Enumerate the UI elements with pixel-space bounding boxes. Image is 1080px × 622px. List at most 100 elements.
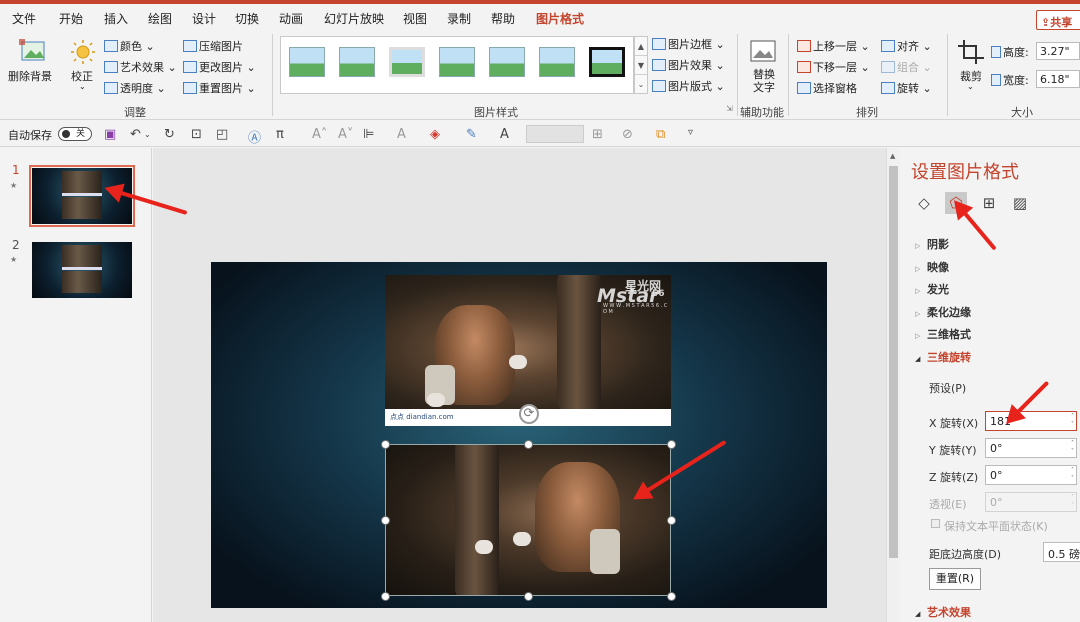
y-rotation-input[interactable]: 0° ˄ ˅ — [985, 438, 1077, 458]
select-icon[interactable]: ⊞ — [592, 127, 603, 142]
reset-picture-button[interactable]: 重置图片 ⌄ — [183, 80, 256, 96]
resize-handle[interactable] — [524, 440, 533, 449]
picture-style-3[interactable] — [389, 47, 425, 77]
menu-transitions[interactable]: 切换 — [235, 10, 259, 27]
reset-button[interactable]: 重置(R) — [929, 568, 981, 590]
menu-insert[interactable]: 插入 — [104, 10, 128, 27]
menu-help[interactable]: 帮助 — [491, 10, 515, 27]
picture-tab-icon[interactable]: ▨ — [1009, 192, 1031, 214]
merge-shapes-icon[interactable]: ⊘ — [622, 127, 633, 142]
scrollbar-thumb[interactable] — [889, 166, 898, 558]
section-3d-rotation[interactable]: ◢ 三维旋转 — [915, 349, 971, 365]
resize-handle[interactable] — [381, 440, 390, 449]
text-color-icon[interactable]: A — [500, 127, 509, 142]
selection-pane-button[interactable]: 选择窗格 — [797, 80, 857, 96]
section-glow[interactable]: ▷ 发光 — [915, 281, 949, 297]
picture-style-7[interactable] — [589, 47, 625, 77]
height-input[interactable]: 3.27" — [1036, 42, 1080, 60]
section-shadow[interactable]: ▷ 阴影 — [915, 236, 949, 252]
size-properties-tab-icon[interactable]: ⊞ — [978, 192, 1000, 214]
picture-style-5[interactable] — [489, 47, 525, 77]
width-input[interactable]: 6.18" — [1036, 70, 1080, 88]
decrease-font-icon[interactable]: A˅ — [338, 127, 353, 142]
menu-animations[interactable]: 动画 — [279, 10, 303, 27]
save-icon[interactable]: ▣ — [104, 127, 116, 142]
align-button[interactable]: 对齐 ⌄ — [881, 38, 932, 54]
fill-color-icon[interactable]: ◈ — [430, 127, 440, 142]
bring-forward-button[interactable]: 上移一层 ⌄ — [797, 38, 870, 54]
vertical-scrollbar[interactable]: ▲ — [886, 148, 900, 622]
share-button[interactable]: ⇪共享 — [1036, 10, 1080, 30]
gallery-more-icon[interactable]: ⌄ — [635, 75, 647, 94]
group-button[interactable]: 组合 ⌄ — [881, 59, 932, 75]
picture-style-4[interactable] — [439, 47, 475, 77]
slide-thumbnail-2[interactable] — [32, 242, 132, 298]
undo-icon[interactable]: ↶ — [130, 127, 141, 142]
undo-dropdown-icon[interactable]: ⌄ — [144, 130, 151, 139]
rotate-handle-icon[interactable]: ⟳ — [519, 404, 539, 424]
distance-input[interactable]: 0.5 磅 — [1043, 542, 1080, 562]
resize-handle[interactable] — [381, 516, 390, 525]
menu-draw[interactable]: 绘图 — [148, 10, 172, 27]
arrange-icon[interactable]: ⧉ — [656, 127, 665, 142]
menu-picture-format[interactable]: 图片格式 — [536, 10, 585, 32]
equation-icon[interactable]: π — [276, 127, 284, 142]
menu-view[interactable]: 视图 — [403, 10, 427, 27]
section-soft-edges[interactable]: ▷ 柔化边缘 — [915, 304, 971, 320]
align-objects-icon[interactable]: ⊫ — [363, 127, 374, 142]
section-reflection[interactable]: ▷ 映像 — [915, 259, 949, 275]
customize-qat-icon[interactable]: ▿ — [688, 127, 693, 138]
menu-record[interactable]: 录制 — [447, 10, 471, 27]
textbox-icon[interactable]: Ⓐ — [248, 127, 261, 146]
picture-border-button[interactable]: 图片边框 ⌄ — [652, 36, 725, 52]
transparency-button[interactable]: 透明度 ⌄ — [104, 80, 166, 96]
resize-handle[interactable] — [667, 592, 676, 601]
picture-layout-button[interactable]: 图片版式 ⌄ — [652, 78, 725, 94]
section-3d-format[interactable]: ▷ 三维格式 — [915, 326, 971, 342]
resize-handle[interactable] — [667, 516, 676, 525]
remove-background-button[interactable]: 删除背景 — [8, 68, 52, 84]
spinner-arrows-icon[interactable]: ˄ ˅ — [1071, 440, 1074, 456]
autosave-toggle[interactable]: 关 — [58, 127, 92, 141]
rotate-button[interactable]: 旋转 ⌄ — [881, 80, 932, 96]
gallery-up-icon[interactable]: ▲ — [635, 37, 647, 56]
font-size-box[interactable] — [526, 125, 584, 143]
picture-style-1[interactable] — [289, 47, 325, 77]
alt-text-button[interactable]: 替换文字 — [751, 68, 777, 94]
spinner-arrows-icon[interactable]: ˄ ˅ — [1071, 467, 1074, 483]
x-rotation-input[interactable]: 181 ˄ ˅ — [985, 411, 1077, 431]
menu-file[interactable]: 文件 — [12, 10, 36, 27]
outline-color-icon[interactable]: ✎ — [466, 127, 477, 142]
resize-handle[interactable] — [381, 592, 390, 601]
picture-style-6[interactable] — [539, 47, 575, 77]
increase-font-icon[interactable]: A˄ — [312, 127, 327, 142]
gallery-down-icon[interactable]: ▼ — [635, 56, 647, 75]
boxer-photo-original[interactable]: 星光网 Mstar 56 W W W . M S T A R 5 6 . C O… — [385, 275, 671, 409]
dialog-launcher-icon[interactable]: ⇲ — [726, 104, 733, 113]
color-button[interactable]: 颜色 ⌄ — [104, 38, 155, 54]
menu-design[interactable]: 设计 — [192, 10, 216, 27]
z-rotation-input[interactable]: 0° ˄ ˅ — [985, 465, 1077, 485]
font-color-icon[interactable]: A — [397, 127, 406, 142]
artistic-effects-button[interactable]: 艺术效果 ⌄ — [104, 59, 177, 75]
presentation-icon[interactable]: ⊡ — [191, 127, 202, 142]
crop-dropdown-icon[interactable]: ⌄ — [967, 82, 974, 91]
change-picture-button[interactable]: 更改图片 ⌄ — [183, 59, 256, 75]
menu-slideshow[interactable]: 幻灯片放映 — [324, 10, 384, 27]
gallery-scroll[interactable]: ▲ ▼ ⌄ — [634, 36, 648, 94]
spinner-arrows-icon[interactable]: ˄ ˅ — [1071, 413, 1074, 429]
corrections-dropdown-icon[interactable]: ⌄ — [79, 82, 86, 91]
redo-icon[interactable]: ↻ — [164, 127, 175, 142]
send-backward-button[interactable]: 下移一层 ⌄ — [797, 59, 870, 75]
picture-style-2[interactable] — [339, 47, 375, 77]
compress-pictures-button[interactable]: 压缩图片 — [183, 38, 243, 54]
preset-label[interactable]: 预设(P) — [929, 380, 966, 396]
resize-handle[interactable] — [524, 592, 533, 601]
section-artistic-effects[interactable]: ◢ 艺术效果 — [915, 604, 971, 620]
shapes-icon[interactable]: ◰ — [216, 127, 228, 142]
fill-line-tab-icon[interactable]: ◇ — [913, 192, 935, 214]
picture-effects-button[interactable]: 图片效果 ⌄ — [652, 57, 725, 73]
menu-home[interactable]: 开始 — [59, 10, 83, 27]
resize-handle[interactable] — [667, 440, 676, 449]
scroll-up-icon[interactable]: ▲ — [890, 152, 895, 160]
